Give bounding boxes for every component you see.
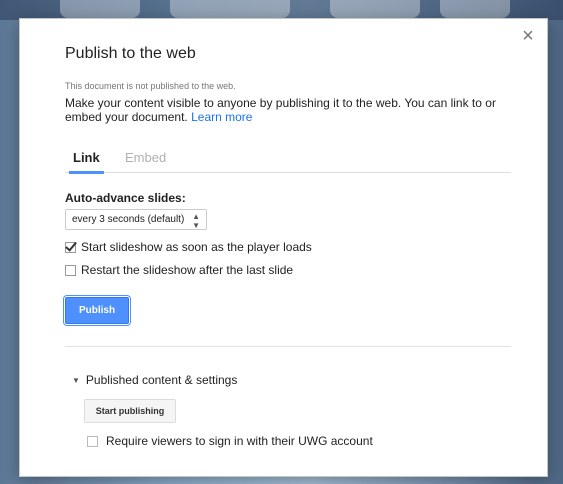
tab-bar: Link Embed (65, 150, 511, 174)
restart-slideshow-label: Restart the slideshow after the last sli… (81, 263, 294, 277)
backdrop-shape (170, 0, 290, 18)
start-publishing-button[interactable]: Start publishing (84, 399, 176, 423)
backdrop-shape (440, 0, 510, 18)
caret-down-icon: ▼ (72, 376, 80, 385)
auto-advance-value: every 3 seconds (default) (72, 214, 185, 225)
restart-slideshow-checkbox[interactable] (65, 265, 76, 276)
published-settings-toggle[interactable]: ▼ Published content & settings (72, 373, 237, 387)
dialog-title: Publish to the web (65, 45, 196, 62)
select-arrows-icon: ▲ ▼ (192, 212, 200, 230)
dialog-description: Make your content visible to anyone by p… (65, 96, 505, 124)
auto-advance-select[interactable]: every 3 seconds (default) ▲ ▼ (65, 209, 207, 230)
require-signin-option[interactable]: Require viewers to sign in with their UW… (87, 434, 373, 448)
learn-more-link[interactable]: Learn more (191, 110, 252, 124)
backdrop-shape (330, 0, 420, 18)
description-text: Make your content visible to anyone by p… (65, 96, 496, 124)
backdrop-shape (60, 0, 140, 18)
auto-advance-label: Auto-advance slides: (65, 191, 186, 205)
require-signin-label: Require viewers to sign in with their UW… (106, 434, 373, 448)
start-slideshow-checkbox[interactable] (65, 242, 76, 253)
not-published-note: This document is not published to the we… (65, 81, 236, 91)
publish-dialog: × Publish to the web This document is no… (19, 18, 548, 477)
published-settings-label: Published content & settings (85, 373, 238, 387)
start-slideshow-label: Start slideshow as soon as the player lo… (81, 240, 312, 254)
publish-button[interactable]: Publish (65, 297, 129, 324)
close-icon[interactable]: × (519, 26, 537, 46)
tab-embed[interactable]: Embed (125, 150, 166, 171)
start-slideshow-option[interactable]: Start slideshow as soon as the player lo… (65, 240, 312, 256)
section-divider (65, 346, 511, 347)
tab-link[interactable]: Link (69, 150, 104, 174)
require-signin-checkbox[interactable] (87, 436, 98, 447)
restart-slideshow-option[interactable]: Restart the slideshow after the last sli… (65, 263, 293, 279)
